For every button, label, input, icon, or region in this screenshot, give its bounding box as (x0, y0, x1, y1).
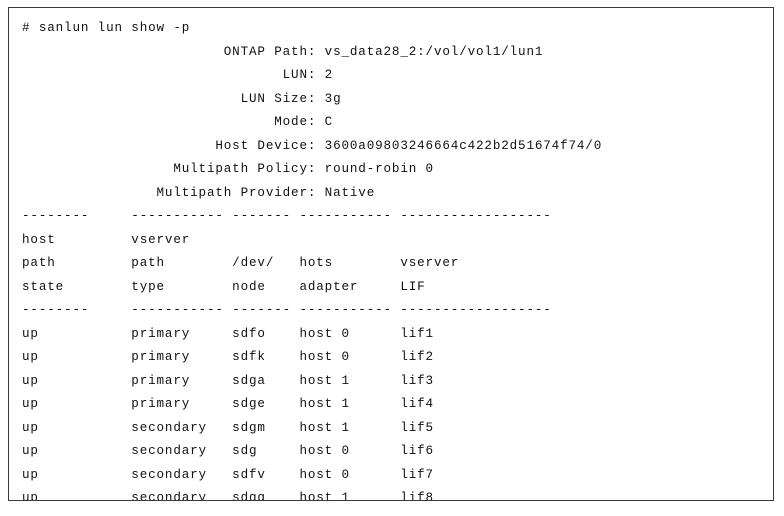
table-row: up primary sdga host 1 lif3 (22, 373, 434, 388)
table-row: up secondary sdgq host 1 lif8 (22, 491, 434, 501)
header-line-multipath-policy: Multipath Policy: round-robin 0 (22, 162, 434, 176)
command-line: # sanlun lun show -p (22, 21, 191, 35)
terminal-output-frame: # sanlun lun show -p ONTAP Path: vs_data… (8, 7, 774, 501)
column-header-line-2: path path /dev/ hots vserver (22, 256, 460, 270)
table-row: up primary sdfo host 0 lif1 (22, 326, 434, 341)
header-line-lun: LUN: 2 (22, 68, 334, 82)
header-line-lun-size: LUN Size: 3g (22, 91, 342, 106)
table-row: up secondary sdgm host 1 lif5 (22, 420, 434, 435)
separator-line-top: -------- ----------- ------- -----------… (22, 209, 552, 223)
table-row: up secondary sdfv host 0 lif7 (22, 467, 434, 482)
table-row: up primary sdfk host 0 lif2 (22, 350, 434, 364)
table-row: up secondary sdg host 0 lif6 (22, 444, 434, 458)
table-row: up primary sdge host 1 lif4 (22, 397, 434, 411)
header-line-ontap-path: ONTAP Path: vs_data28_2:/vol/vol1/lun1 (22, 44, 544, 59)
header-line-host-device: Host Device: 3600a09803246664c422b2d5167… (22, 138, 603, 153)
terminal-output-text[interactable]: # sanlun lun show -p ONTAP Path: vs_data… (22, 17, 603, 501)
header-line-mode: Mode: C (22, 115, 334, 129)
column-header-line-3: state type node adapter LIF (22, 279, 426, 294)
separator-line-bottom: -------- ----------- ------- -----------… (22, 303, 552, 317)
header-line-multipath-provider: Multipath Provider: Native (22, 185, 376, 200)
column-header-line-1: host vserver (22, 232, 191, 247)
